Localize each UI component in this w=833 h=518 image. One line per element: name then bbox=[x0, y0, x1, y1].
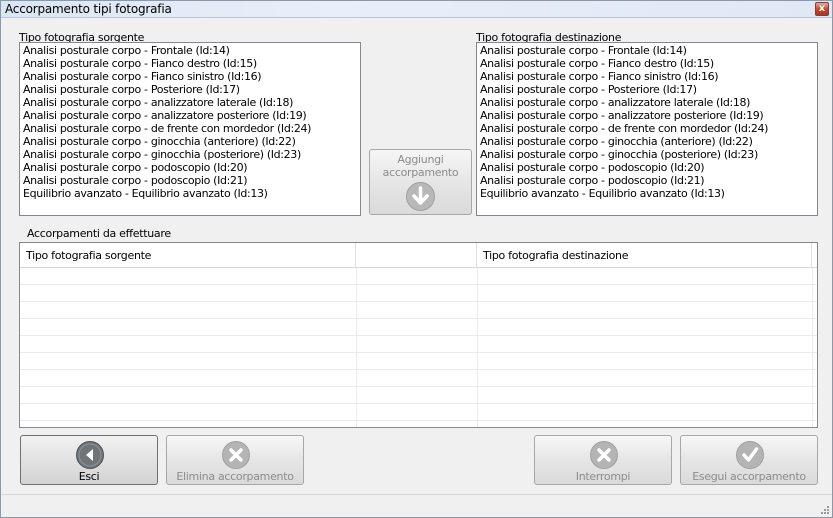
grid-empty-row bbox=[20, 353, 817, 370]
source-list-item[interactable]: Analisi posturale corpo - Posteriore (Id… bbox=[23, 83, 357, 96]
destination-list-item[interactable]: Analisi posturale corpo - ginocchia (ant… bbox=[480, 135, 814, 148]
destination-list-item[interactable]: Analisi posturale corpo - ginocchia (pos… bbox=[480, 148, 814, 161]
grid-empty-row bbox=[20, 404, 817, 421]
grid-divider bbox=[477, 268, 478, 427]
destination-list-item[interactable]: Analisi posturale corpo - Fianco sinistr… bbox=[480, 70, 814, 83]
source-list-item[interactable]: Analisi posturale corpo - analizzatore p… bbox=[23, 109, 357, 122]
add-pairing-button[interactable]: Aggiungi accorpamento bbox=[369, 149, 472, 215]
stop-button[interactable]: Interrompi bbox=[534, 435, 672, 485]
source-list-item[interactable]: Analisi posturale corpo - analizzatore l… bbox=[23, 96, 357, 109]
resize-grip-icon[interactable] bbox=[819, 504, 829, 514]
grid-empty-row bbox=[20, 268, 817, 285]
stop-label: Interrompi bbox=[575, 470, 631, 483]
checkmark-icon bbox=[736, 441, 764, 469]
source-list-item[interactable]: Analisi posturale corpo - de frente con … bbox=[23, 122, 357, 135]
cancel-x-icon bbox=[590, 441, 618, 469]
arrow-down-circle-icon bbox=[406, 182, 435, 211]
grid-column-source[interactable]: Tipo fotografia sorgente bbox=[20, 243, 356, 268]
destination-list-item[interactable]: Analisi posturale corpo - de frente con … bbox=[480, 122, 814, 135]
grid-column-destination[interactable]: Tipo fotografia destinazione bbox=[477, 243, 812, 268]
window-title: Accorpamento tipi fotografia bbox=[5, 2, 172, 16]
source-list-item[interactable]: Analisi posturale corpo - ginocchia (pos… bbox=[23, 148, 357, 161]
grid-empty-row bbox=[20, 302, 817, 319]
source-list-item[interactable]: Equilibrio avanzato - Equilibrio avanzat… bbox=[23, 187, 357, 200]
status-bar bbox=[1, 494, 832, 517]
execute-pairing-label: Esegui accorpamento bbox=[692, 470, 806, 483]
source-list-item[interactable]: Analisi posturale corpo - ginocchia (ant… bbox=[23, 135, 357, 148]
source-list-item[interactable]: Analisi posturale corpo - podoscopio (Id… bbox=[23, 161, 357, 174]
source-list-item[interactable]: Analisi posturale corpo - Frontale (Id:1… bbox=[23, 44, 357, 57]
destination-list-item[interactable]: Analisi posturale corpo - Frontale (Id:1… bbox=[480, 44, 814, 57]
grid-empty-row bbox=[20, 319, 817, 336]
title-bar[interactable]: Accorpamento tipi fotografia x bbox=[1, 1, 832, 18]
add-pairing-label-line2: accorpamento bbox=[382, 166, 459, 179]
source-list-item[interactable]: Analisi posturale corpo - podoscopio (Id… bbox=[23, 174, 357, 187]
cancel-x-icon bbox=[222, 441, 250, 469]
grid-empty-row bbox=[20, 387, 817, 404]
grid-empty-row bbox=[20, 285, 817, 302]
pairings-grid[interactable]: Tipo fotografia sorgente Tipo fotografia… bbox=[19, 242, 818, 428]
grid-empty-row bbox=[20, 370, 817, 387]
destination-list-item[interactable]: Analisi posturale corpo - analizzatore p… bbox=[480, 109, 814, 122]
destination-list-item[interactable]: Analisi posturale corpo - podoscopio (Id… bbox=[480, 161, 814, 174]
execute-pairing-button[interactable]: Esegui accorpamento bbox=[680, 435, 818, 485]
destination-list-item[interactable]: Analisi posturale corpo - podoscopio (Id… bbox=[480, 174, 814, 187]
destination-list-item[interactable]: Equilibrio avanzato - Equilibrio avanzat… bbox=[480, 187, 814, 200]
delete-pairing-button[interactable]: Elimina accorpamento bbox=[166, 435, 304, 485]
main-window: Accorpamento tipi fotografia x Tipo foto… bbox=[0, 0, 833, 518]
grid-divider bbox=[356, 268, 357, 427]
exit-label: Esci bbox=[78, 470, 100, 483]
grid-empty-row bbox=[20, 336, 817, 353]
source-list-item[interactable]: Analisi posturale corpo - Fianco destro … bbox=[23, 57, 357, 70]
close-button[interactable]: x bbox=[815, 2, 829, 16]
source-listbox[interactable]: Analisi posturale corpo - Frontale (Id:1… bbox=[19, 42, 361, 216]
grid-label: Accorpamenti da effettuare bbox=[27, 227, 171, 240]
back-arrow-icon bbox=[76, 441, 104, 469]
grid-header: Tipo fotografia sorgente Tipo fotografia… bbox=[20, 243, 817, 268]
grid-column-spacer[interactable] bbox=[356, 243, 477, 268]
destination-list-item[interactable]: Analisi posturale corpo - analizzatore l… bbox=[480, 96, 814, 109]
source-list-item[interactable]: Analisi posturale corpo - Fianco sinistr… bbox=[23, 70, 357, 83]
exit-button[interactable]: Esci bbox=[20, 435, 158, 485]
destination-list-item[interactable]: Analisi posturale corpo - Fianco destro … bbox=[480, 57, 814, 70]
grid-divider bbox=[812, 268, 813, 427]
destination-list-item[interactable]: Analisi posturale corpo - Posteriore (Id… bbox=[480, 83, 814, 96]
destination-listbox[interactable]: Analisi posturale corpo - Frontale (Id:1… bbox=[476, 42, 818, 216]
delete-pairing-label: Elimina accorpamento bbox=[176, 470, 294, 483]
add-pairing-label-line1: Aggiungi bbox=[397, 153, 444, 166]
